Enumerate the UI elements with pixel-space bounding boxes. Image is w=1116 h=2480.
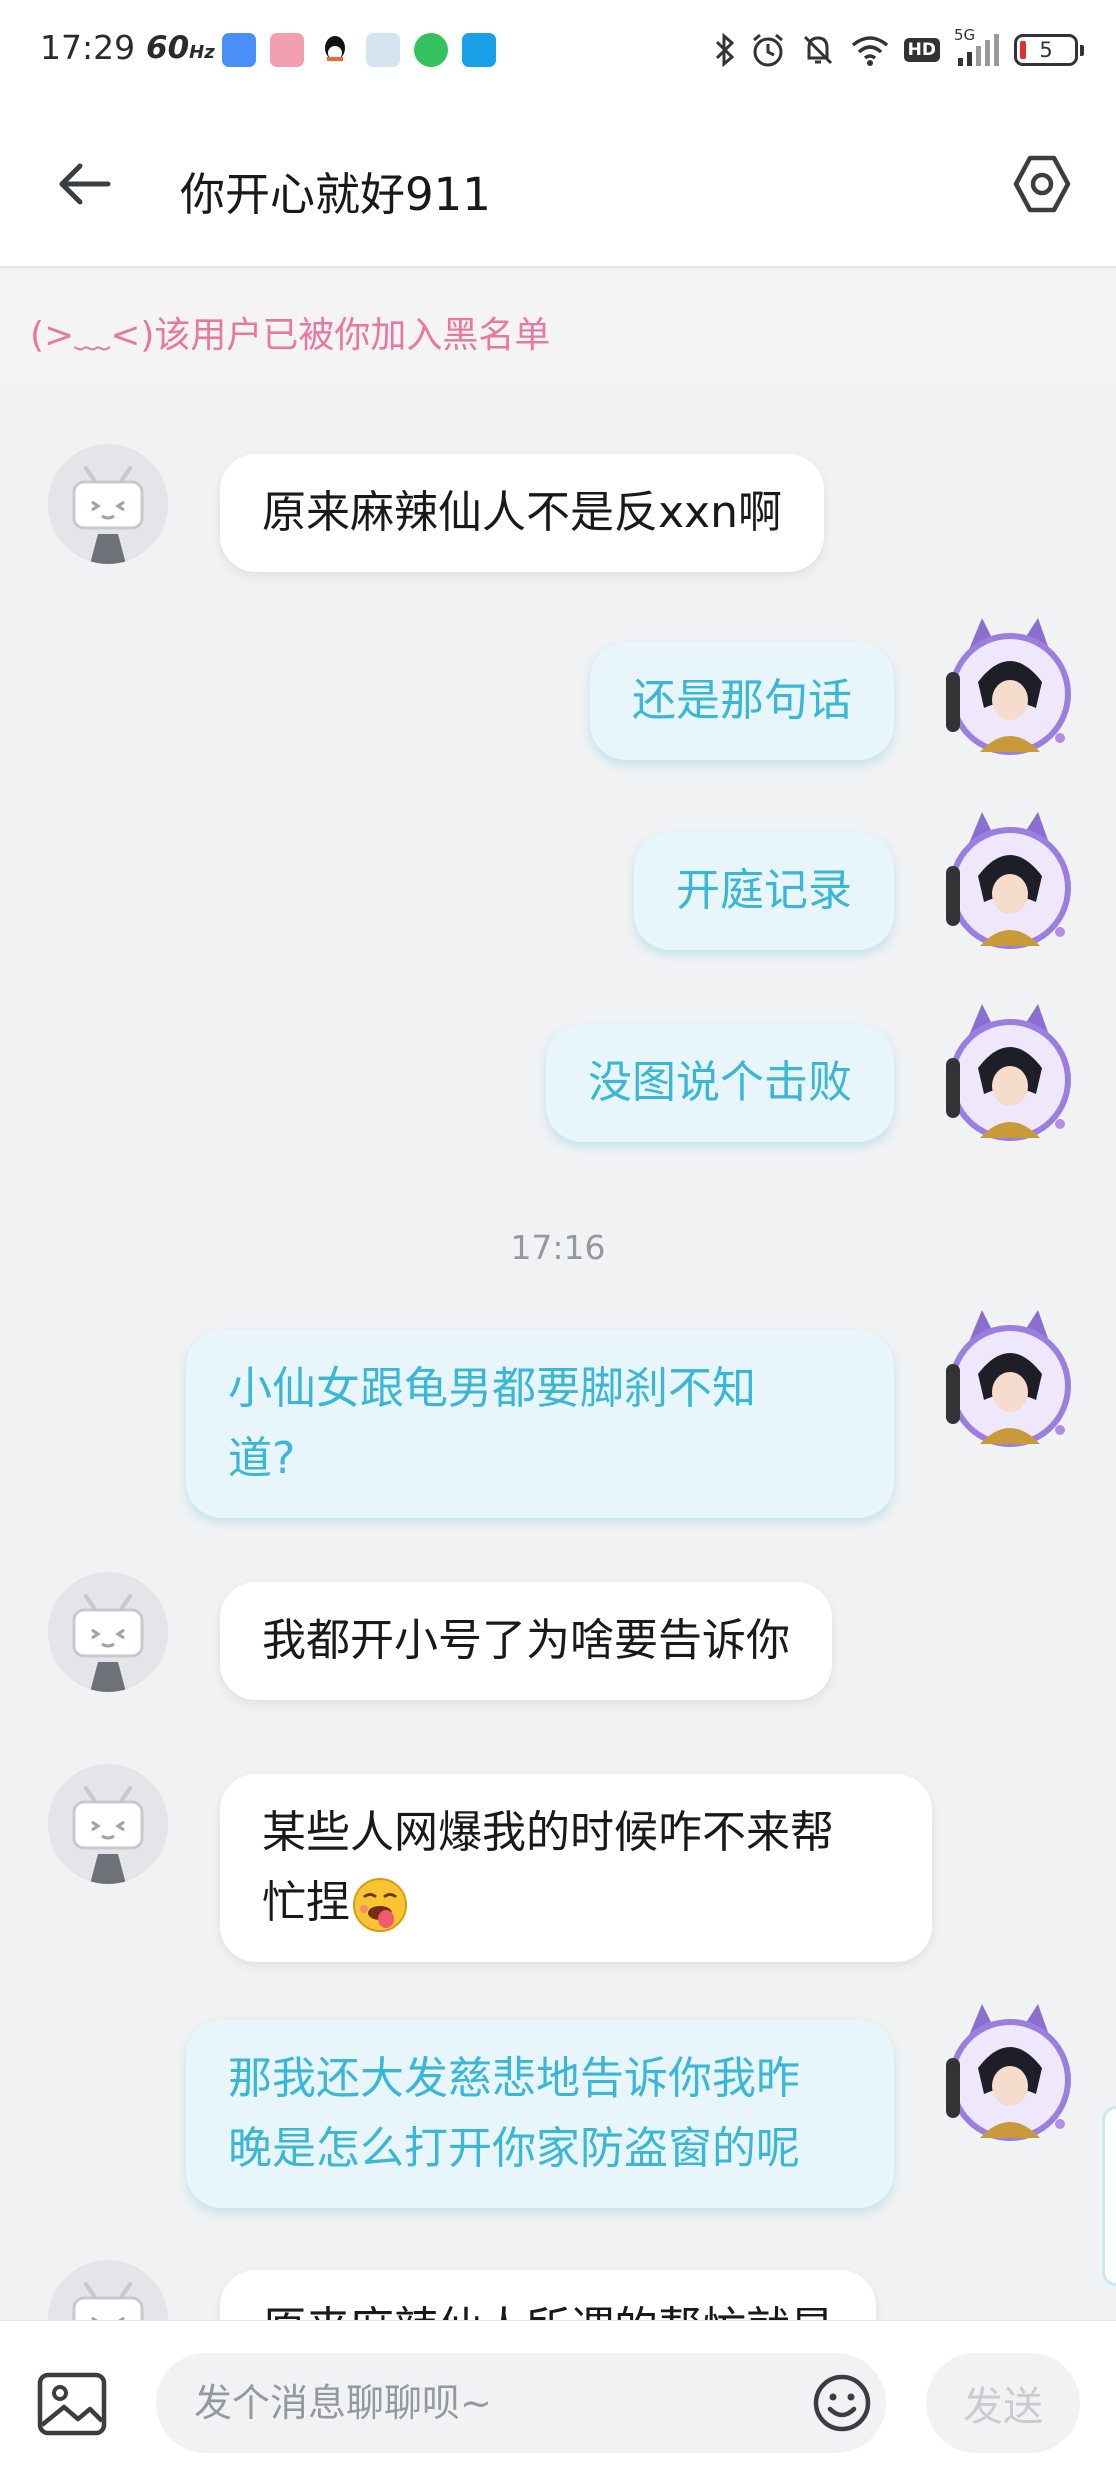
floating-edge-tab[interactable]: [1102, 2106, 1116, 2286]
message-bubble-incoming[interactable]: 我都开小号了为啥要告诉你: [220, 1582, 832, 1700]
app-icon-4: [366, 33, 400, 67]
send-button[interactable]: 发送: [926, 2353, 1080, 2453]
anime-avatar-icon: [946, 2004, 1071, 2141]
image-icon: [37, 2372, 107, 2436]
wifi-icon: [850, 32, 890, 68]
my-avatar[interactable]: [938, 998, 1078, 1148]
arrow-left-icon: [59, 163, 111, 205]
my-avatar[interactable]: [938, 1998, 1078, 2148]
message-app-icon: [414, 33, 448, 67]
sender-avatar[interactable]: [48, 444, 168, 564]
image-button[interactable]: [36, 2371, 108, 2437]
status-time: 17:29: [40, 28, 136, 67]
message-input-bar: 发送: [0, 2320, 1116, 2480]
emoji-button[interactable]: [810, 2371, 874, 2435]
app-icon-1: [222, 33, 256, 67]
tv-mascot-icon: [72, 466, 144, 564]
anime-avatar-icon: [946, 618, 1071, 755]
message-line: 小仙女跟龟男都要脚刹不知: [228, 1363, 756, 1414]
message-line: 某些人网爆我的时候咋不来帮: [262, 1807, 834, 1858]
network-type: 5G: [954, 26, 976, 44]
battery-indicator: 5: [1014, 34, 1084, 66]
mute-icon: [800, 32, 836, 68]
settings-icon: [1013, 155, 1071, 213]
app-icon-2: [270, 33, 304, 67]
back-button[interactable]: [52, 152, 116, 216]
message-timestamp: 17:16: [510, 1228, 606, 1267]
smiley-icon: [813, 2374, 871, 2432]
message-bubble-outgoing[interactable]: 开庭记录: [634, 832, 894, 950]
anime-avatar-icon: [946, 812, 1071, 949]
my-avatar[interactable]: [938, 612, 1078, 762]
anime-avatar-icon: [946, 1310, 1071, 1447]
my-avatar[interactable]: [938, 806, 1078, 956]
sender-avatar[interactable]: [48, 1764, 168, 1884]
chat-title: 你开心就好911: [180, 168, 491, 221]
status-bar: 17:29 60Hz HD 5G 5: [0, 0, 1116, 100]
alarm-icon: [750, 32, 786, 68]
tv-mascot-icon: [72, 1786, 144, 1884]
blacklist-notice: (>﹏<)该用户已被你加入黑名单: [0, 270, 1116, 386]
signal-icon: 5G: [954, 26, 1000, 68]
message-list[interactable]: 原来麻辣仙人不是反xxn啊 还是那句话 开庭记录 没图说个击败 17:16 小仙…: [0, 386, 1116, 2320]
message-bubble-outgoing[interactable]: 那我还大发慈悲地告诉你我昨 晚是怎么打开你家防盗窗的呢: [186, 2020, 894, 2208]
message-line: 晚是怎么打开你家防盗窗的呢: [228, 2123, 800, 2174]
message-line: 道?: [228, 1433, 296, 1484]
message-input[interactable]: [156, 2353, 886, 2453]
sender-avatar[interactable]: [48, 2260, 168, 2320]
message-bubble-outgoing[interactable]: 小仙女跟龟男都要脚刹不知 道?: [186, 1330, 894, 1518]
blacklist-notice-text: (>﹏<)该用户已被你加入黑名单: [30, 315, 551, 356]
message-bubble-outgoing[interactable]: 没图说个击败: [546, 1024, 894, 1142]
status-icons: HD 5G 5: [714, 26, 1084, 70]
hd-badge: HD: [903, 38, 940, 62]
tv-mascot-icon: [72, 2282, 144, 2320]
tv-mascot-icon: [72, 1594, 144, 1692]
chat-header: 你开心就好911: [0, 100, 1116, 268]
message-line: 那我还大发慈悲地告诉你我昨: [228, 2053, 800, 2104]
message-bubble-outgoing[interactable]: 还是那句话: [590, 642, 894, 760]
settings-button[interactable]: [1010, 152, 1074, 216]
message-bubble-incoming[interactable]: 原来麻辣仙人所谓的帮忙就是: [220, 2270, 876, 2320]
my-avatar[interactable]: [938, 1304, 1078, 1454]
sender-avatar[interactable]: [48, 1572, 168, 1692]
message-bubble-incoming[interactable]: 原来麻辣仙人不是反xxn啊: [220, 454, 824, 572]
tongue-emoji-icon: [350, 1875, 410, 1935]
refresh-rate: 60Hz: [146, 30, 215, 66]
anime-avatar-icon: [946, 1004, 1071, 1141]
bluetooth-icon: [714, 32, 736, 68]
message-line: 忙捏: [262, 1877, 350, 1928]
qq-icon: [318, 33, 352, 67]
message-bubble-incoming[interactable]: 某些人网爆我的时候咋不来帮 忙捏: [220, 1774, 932, 1962]
app-icon-6: [462, 33, 496, 67]
